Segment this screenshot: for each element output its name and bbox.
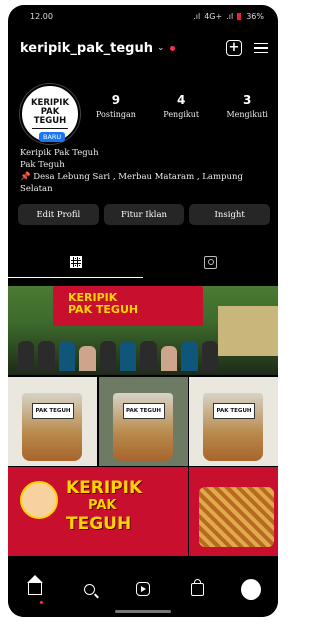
- tagged-person-icon: [204, 256, 217, 269]
- mascot-face: [20, 481, 58, 519]
- nav-shop[interactable]: [187, 578, 207, 599]
- shopping-bag-icon: [190, 578, 204, 596]
- home-icon: [27, 575, 43, 595]
- status-bar: 12.00 .ıl 4G+ .ıl 36%: [8, 8, 278, 24]
- profile-actions: Edit Profil Fitur Iklan Insight: [18, 204, 271, 225]
- nav-home[interactable]: [25, 575, 45, 599]
- promo-text-1: KERIPIK: [66, 478, 143, 498]
- profile-tabs: [8, 252, 278, 278]
- stat-followers-value: 4: [177, 93, 186, 107]
- bio-location: 📌 Desa Lebung Sari , Merbau Mataram , La…: [20, 172, 243, 194]
- profile-bio: Keripik Pak Teguh Pak Teguh 📌 Desa Lebun…: [20, 147, 270, 195]
- stat-following-label: Mengikuti: [226, 110, 268, 119]
- signal-icon: .ıl: [193, 12, 201, 21]
- stat-followers[interactable]: 4 Pengikut: [163, 93, 199, 119]
- bag-label: PAK TEGUH: [213, 402, 255, 419]
- banner-sign-text: KERIPIK PAK TEGUH: [68, 292, 138, 316]
- network-label: 4G+: [204, 12, 223, 21]
- post-group-photo[interactable]: KERIPIK PAK TEGUH: [8, 286, 278, 375]
- nav-search[interactable]: [79, 579, 99, 599]
- stat-posts-label: Postingan: [96, 110, 136, 119]
- promo-text-2: PAK: [88, 498, 117, 513]
- bio-name: Keripik Pak Teguh: [20, 148, 99, 158]
- tab-tagged[interactable]: [143, 252, 278, 278]
- post-promo-banner[interactable]: KERIPIK PAK TEGUH: [8, 467, 188, 556]
- people-group: [18, 337, 219, 371]
- chips-bag: PAK TEGUH: [22, 392, 82, 461]
- stat-following[interactable]: 3 Mengikuti: [226, 93, 268, 119]
- battery-level: 36%: [246, 12, 264, 21]
- chevron-down-icon[interactable]: ⌄: [157, 43, 165, 53]
- avatar-logo: KERIPIK PAK TEGUH: [22, 99, 78, 129]
- nav-reels[interactable]: [133, 579, 153, 599]
- stat-followers-label: Pengikut: [163, 110, 200, 119]
- bag-label: PAK TEGUH: [32, 402, 74, 419]
- reels-icon: [136, 582, 150, 596]
- chips-bag: PAK TEGUH: [203, 392, 263, 461]
- grid-icon: [69, 256, 82, 268]
- stat-posts[interactable]: 9 Postingan: [96, 93, 136, 119]
- signal-icon-2: .ıl: [226, 12, 234, 21]
- chips-bag: PAK TEGUH: [112, 392, 173, 461]
- notification-dot: [169, 45, 175, 51]
- status-time: 12.00: [30, 12, 53, 21]
- building-shape: [218, 306, 278, 356]
- promo-title: KERIPIK PAK TEGUH: [66, 479, 142, 533]
- logo-text-3: TEGUH: [33, 116, 67, 126]
- profile-stats: 9 Postingan 4 Pengikut 3 Mengikuti: [96, 93, 268, 119]
- chips-image: [199, 487, 274, 547]
- gesture-bar: [115, 610, 171, 613]
- post-chips-closeup[interactable]: [189, 467, 278, 556]
- promo-text-3: TEGUH: [66, 514, 132, 534]
- profile-header: keripik_pak_teguh ⌄ +: [20, 37, 268, 59]
- search-icon: [83, 583, 95, 595]
- banner-text-2: PAK TEGUH: [68, 303, 139, 316]
- bio-category: Pak Teguh: [20, 160, 65, 170]
- create-post-icon[interactable]: +: [226, 40, 242, 56]
- phone-screen: 12.00 .ıl 4G+ .ıl 36% keripik_pak_teguh …: [8, 5, 278, 617]
- tab-grid[interactable]: [8, 252, 143, 278]
- battery-icon: [237, 13, 242, 20]
- new-badge: BARU: [39, 132, 66, 142]
- bag-label: PAK TEGUH: [122, 402, 165, 419]
- logo-line: [32, 128, 68, 129]
- menu-icon[interactable]: [254, 42, 268, 54]
- posts-grid: KERIPIK PAK TEGUH PAK TEGUH PAK TEGUH PA…: [8, 286, 278, 556]
- stat-posts-value: 9: [111, 93, 121, 107]
- profile-avatar-icon: [241, 578, 261, 600]
- edit-profile-button[interactable]: Edit Profil: [18, 204, 99, 225]
- username[interactable]: keripik_pak_teguh: [20, 41, 153, 56]
- post-chips-bag-1[interactable]: PAK TEGUH: [8, 376, 97, 466]
- nav-profile[interactable]: [241, 578, 261, 600]
- header-actions: +: [226, 40, 268, 56]
- ads-tools-button[interactable]: Fitur Iklan: [103, 204, 185, 225]
- stat-following-value: 3: [243, 93, 252, 107]
- insight-button[interactable]: Insight: [189, 204, 271, 225]
- home-active-dot: [40, 601, 43, 604]
- post-chips-bag-3[interactable]: PAK TEGUH: [189, 376, 278, 466]
- status-icons: .ıl 4G+ .ıl 36%: [193, 12, 264, 21]
- post-chips-bag-2[interactable]: PAK TEGUH: [98, 376, 188, 466]
